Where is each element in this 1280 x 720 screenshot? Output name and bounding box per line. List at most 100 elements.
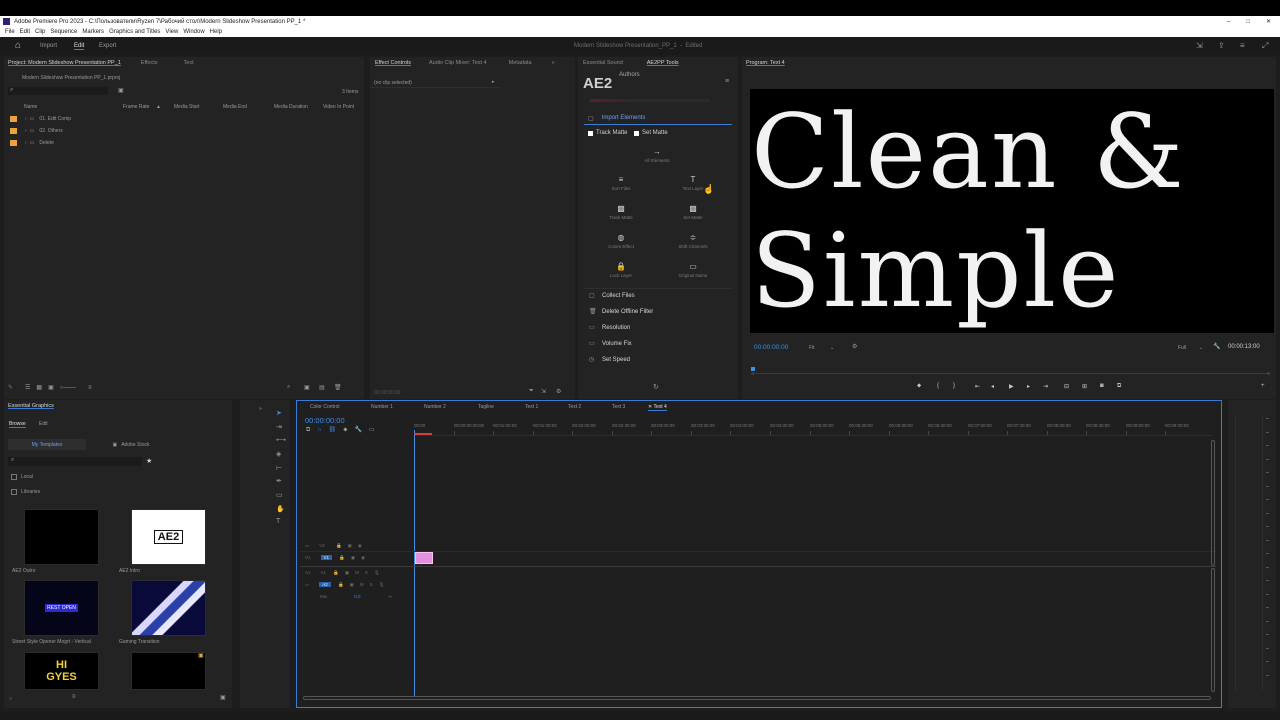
menu-markers[interactable]: Markers: [82, 29, 104, 35]
quality-dropdown[interactable]: Full: [1178, 345, 1186, 351]
workspace-export[interactable]: Export: [99, 43, 116, 49]
tab-text-2[interactable]: Text 2: [568, 404, 581, 410]
tab-ae2pp-tools[interactable]: AE2PP Tools: [647, 60, 679, 66]
menu-sequence[interactable]: Sequence: [50, 29, 77, 35]
label-color-swatch[interactable]: [10, 140, 17, 146]
tab-effect-controls[interactable]: Effect Controls: [375, 60, 411, 66]
star-icon[interactable]: ★: [146, 457, 152, 465]
refresh-icon[interactable]: ↻: [653, 383, 659, 391]
expand-arrow-icon[interactable]: ›: [25, 140, 27, 146]
column-frame-rate[interactable]: Frame Rate: [123, 104, 149, 110]
icon-view-icon[interactable]: ▦: [36, 385, 42, 391]
checkbox-checked-icon[interactable]: [634, 130, 639, 136]
ae2-menu-icon[interactable]: ≡: [725, 78, 729, 85]
sort-ascending-icon[interactable]: ▲: [156, 104, 161, 110]
template-thumbnail[interactable]: REST OPEN: [24, 580, 99, 636]
track-select-tool-icon[interactable]: ⇥: [276, 423, 282, 431]
add-marker-icon[interactable]: ⬥: [343, 427, 347, 433]
lock-icon[interactable]: 🔒: [336, 543, 342, 548]
all-elements-button[interactable]: → All Elements: [622, 147, 692, 163]
delete-offline-filter-item[interactable]: 🗑 Delete Offline Filter: [589, 308, 653, 316]
more-tabs-icon[interactable]: »: [552, 60, 555, 66]
colors-effect-button[interactable]: ◍ Colors Effect: [586, 233, 656, 249]
step-forward-icon[interactable]: ▸: [1027, 383, 1030, 390]
adobe-stock-button[interactable]: ▣ Adobe Stock: [92, 439, 170, 450]
timeline-clip[interactable]: fx: [415, 552, 433, 567]
tab-audio-clip-mixer[interactable]: Audio Clip Mixer: Text 4: [429, 60, 487, 66]
type-tool-icon[interactable]: T: [276, 518, 280, 525]
expand-arrow-icon[interactable]: ›: [25, 116, 27, 122]
menu-help[interactable]: Help: [210, 29, 222, 35]
resolution-item[interactable]: ▭ Resolution: [589, 324, 630, 332]
razor-tool-icon[interactable]: ◈: [276, 450, 281, 458]
captions-icon[interactable]: ▭: [369, 427, 375, 433]
template-thumbnail[interactable]: [131, 580, 206, 636]
timeline-timecode[interactable]: 00:00:00:00: [305, 416, 345, 425]
menu-edit[interactable]: Edit: [20, 29, 30, 35]
workspace-edit[interactable]: Edit: [74, 43, 85, 50]
tab-text-3[interactable]: Text 3: [612, 404, 625, 410]
export-frame-icon[interactable]: ⇲: [541, 388, 546, 395]
share-icon[interactable]: ⇪: [1218, 41, 1225, 50]
settings-icon[interactable]: ⚙: [852, 343, 857, 350]
ripple-edit-tool-icon[interactable]: ⟷: [276, 436, 286, 444]
list-view-icon[interactable]: ≡: [72, 694, 76, 700]
mic-icon[interactable]: 🎙: [374, 570, 380, 575]
template-thumbnail[interactable]: AE2: [131, 509, 206, 565]
solo-icon[interactable]: S: [365, 570, 368, 575]
solo-icon[interactable]: S: [370, 582, 373, 587]
settings-icon[interactable]: ⚙: [556, 388, 561, 395]
mute-icon[interactable]: M: [355, 570, 359, 575]
table-row[interactable]: › ▭ Delete: [10, 140, 54, 146]
project-search-input[interactable]: [8, 87, 108, 95]
scrubber-end-handle[interactable]: ○: [1267, 371, 1270, 377]
timeline-vertical-scrollbar-top[interactable]: [1211, 440, 1215, 566]
text-layer-button[interactable]: T Text Layer: [658, 175, 728, 191]
sync-lock-icon[interactable]: ▣: [348, 543, 352, 548]
chevron-down-icon[interactable]: ⌄: [1199, 345, 1203, 351]
eye-icon[interactable]: ◉: [361, 555, 365, 560]
freeform-view-icon[interactable]: ▣: [48, 385, 54, 391]
timeline-horizontal-scrollbar[interactable]: [303, 696, 1211, 700]
table-row[interactable]: › ▭ 01. Edit Comp: [10, 116, 71, 122]
lock-icon[interactable]: 🔒: [338, 582, 344, 587]
menu-window[interactable]: Window: [183, 29, 204, 35]
import-elements-tab[interactable]: ▢ Import Elements: [584, 112, 732, 125]
my-templates-button[interactable]: My Templates: [8, 439, 86, 450]
filter-icon[interactable]: ⏷: [529, 388, 534, 395]
menu-file[interactable]: File: [5, 29, 15, 35]
tab-project[interactable]: Project: Modern Slideshow Presentation P…: [8, 60, 121, 66]
list-view-icon[interactable]: ☰: [25, 385, 30, 391]
fullscreen-icon[interactable]: ⤢: [1262, 41, 1268, 51]
effect-controls-timecode[interactable]: 00:00:00:00: [374, 390, 400, 396]
expand-arrow-icon[interactable]: ▸: [492, 79, 495, 85]
wrench-icon[interactable]: 🔧: [1213, 343, 1220, 350]
tab-text-4[interactable]: ✕ Text 4: [648, 404, 667, 411]
comparison-view-icon[interactable]: ⧉: [1117, 383, 1121, 390]
sync-lock-icon[interactable]: ▣: [350, 582, 354, 587]
tab-essential-sound[interactable]: Essential Sound: [583, 60, 623, 66]
column-media-start[interactable]: Media Start: [174, 104, 200, 110]
step-back-icon[interactable]: ◂: [991, 383, 994, 390]
menu-view[interactable]: View: [165, 29, 178, 35]
checkbox-checked-icon[interactable]: [588, 130, 593, 136]
lock-icon[interactable]: 🔒: [333, 570, 339, 575]
track-target-icon[interactable]: V1: [305, 555, 311, 560]
snap-icon[interactable]: ∩: [317, 427, 321, 433]
sync-lock-icon[interactable]: ▣: [351, 555, 355, 560]
sync-lock-icon[interactable]: ▣: [345, 570, 349, 575]
timeline-vertical-scrollbar-bottom[interactable]: [1211, 568, 1215, 692]
label-color-swatch[interactable]: [10, 116, 17, 122]
set-matte-button[interactable]: ▩ Set Matte: [658, 204, 728, 220]
tab-number-1[interactable]: Number 1: [371, 404, 393, 410]
collect-files-item[interactable]: ▢ Collect Files: [589, 292, 635, 300]
graphics-search-input[interactable]: [8, 457, 142, 466]
track-target-icon[interactable]: ▭: [305, 543, 309, 548]
column-media-end[interactable]: Media End: [223, 104, 247, 110]
label-color-swatch[interactable]: [10, 128, 17, 134]
tab-essential-graphics[interactable]: Essential Graphics: [8, 403, 54, 409]
original-name-button[interactable]: ▭ Original Name: [658, 262, 728, 278]
new-item-icon[interactable]: ▤: [319, 384, 325, 391]
template-thumbnail[interactable]: [131, 652, 206, 690]
lock-icon[interactable]: 🔒: [339, 555, 345, 560]
